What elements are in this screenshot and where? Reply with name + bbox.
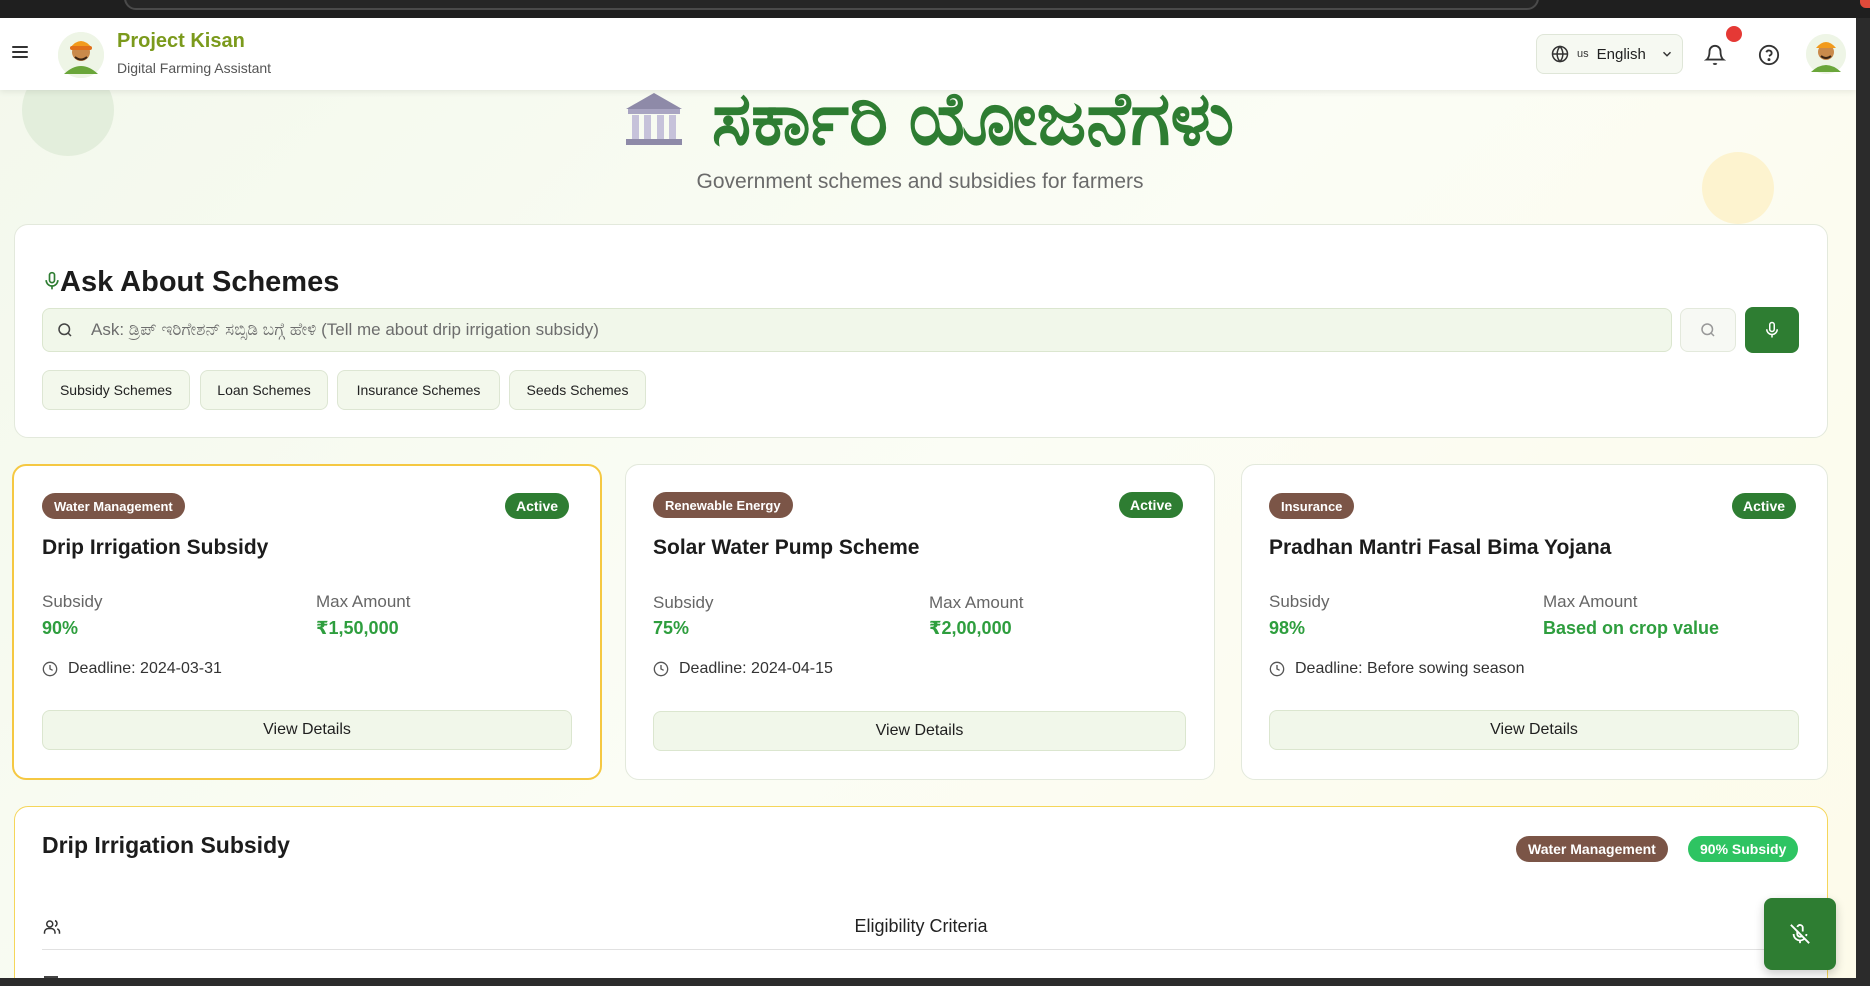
microphone-icon [1766, 321, 1778, 338]
page-title: ಸರ್ಕಾರಿ ಯೋಜನೆಗಳು [0, 82, 1856, 156]
max-amount-label: Max Amount [929, 593, 1024, 612]
scheme-title: Solar Water Pump Scheme [653, 536, 920, 559]
view-details-button[interactable]: View Details [1269, 710, 1799, 750]
max-amount-value: ₹1,50,000 [316, 618, 399, 638]
deadline: Deadline: 2024-04-15 [653, 660, 833, 678]
menu-icon[interactable] [12, 46, 28, 60]
search-input[interactable]: Ask: ಡ್ರಿಪ್ ಇರಿಗೇಶನ್ ಸಬ್ಸಿಡಿ ಬಗ್ಗೆ ಹೇಳಿ … [42, 308, 1672, 352]
category-badge: Water Management [42, 493, 185, 519]
category-badge: Insurance [1269, 493, 1355, 519]
scheme-title: Pradhan Mantri Fasal Bima Yojana [1269, 536, 1612, 559]
farmer-logo-icon [58, 32, 104, 78]
chip-insurance-schemes[interactable]: Insurance Schemes [337, 370, 500, 410]
view-details-button[interactable]: View Details [653, 711, 1186, 751]
clock-icon [653, 661, 669, 677]
chip-subsidy-schemes[interactable]: Subsidy Schemes [42, 370, 190, 410]
subsidy-label: Subsidy [1269, 592, 1330, 611]
subsidy-value: 98% [1269, 618, 1306, 638]
bell-icon[interactable] [1704, 44, 1726, 66]
subsidy-label: Subsidy [42, 592, 103, 611]
language-selector[interactable]: us English [1536, 34, 1683, 74]
microphone-icon [45, 271, 59, 290]
browser-address-bar[interactable] [124, 0, 1539, 10]
user-avatar[interactable] [1806, 34, 1846, 74]
scheme-title: Drip Irrigation Subsidy [42, 536, 269, 559]
deadline: Deadline: Before sowing season [1269, 660, 1524, 678]
deadline: Deadline: 2024-03-31 [42, 660, 222, 678]
search-icon [58, 323, 72, 337]
max-amount-value: Based on crop value [1543, 618, 1720, 638]
voice-off-button[interactable] [1764, 898, 1836, 970]
eligibility-criteria-label: Eligibility Criteria [854, 916, 988, 936]
subsidy-label: Subsidy [653, 593, 714, 612]
detail-category-badge: Water Management [1516, 836, 1668, 862]
max-amount-label: Max Amount [316, 592, 411, 611]
deadline-text: Deadline: 2024-03-31 [68, 660, 222, 677]
brand-subtitle: Digital Farming Assistant [117, 60, 272, 76]
app-viewport: Project Kisan Digital Farming Assistant … [0, 18, 1856, 978]
detail-title: Drip Irrigation Subsidy [42, 832, 290, 858]
clock-icon [1269, 661, 1285, 677]
eligibility-criteria-row[interactable]: Eligibility Criteria [42, 906, 1800, 950]
top-header: Project Kisan Digital Farming Assistant … [0, 18, 1856, 90]
subsidy-value: 90% [42, 618, 79, 638]
chip-seeds-schemes[interactable]: Seeds Schemes [509, 370, 646, 410]
notification-dot [1726, 26, 1742, 42]
horizontal-scrollbar[interactable] [0, 978, 1870, 986]
chip-loan-schemes[interactable]: Loan Schemes [200, 370, 328, 410]
language-label: English [1596, 45, 1646, 63]
search-button[interactable] [1680, 308, 1736, 352]
deadline-text: Deadline: Before sowing season [1295, 660, 1525, 677]
globe-icon [1551, 45, 1569, 63]
bank-icon [625, 93, 682, 145]
detail-subsidy-badge: 90% Subsidy [1688, 836, 1799, 862]
deadline-text: Deadline: 2024-04-15 [679, 660, 833, 677]
ask-section-title: Ask About Schemes [60, 266, 340, 298]
category-badge: Renewable Energy [653, 492, 793, 518]
clock-icon [42, 661, 58, 677]
status-badge: Active [505, 493, 570, 519]
mic-off-icon [1790, 924, 1810, 944]
subsidy-value: 75% [653, 618, 690, 638]
max-amount-label: Max Amount [1543, 592, 1638, 611]
page-title-text: ಸರ್ಕಾರಿ ಯೋಜನೆಗಳು [711, 77, 1235, 160]
vertical-scrollbar[interactable] [1856, 18, 1870, 986]
browser-chrome [0, 0, 1870, 18]
chevron-down-icon [1662, 51, 1671, 57]
brand-title: Project Kisan [117, 30, 245, 52]
help-icon[interactable] [1758, 44, 1780, 66]
voice-input-button[interactable] [1745, 307, 1799, 353]
page-subtitle: Government schemes and subsidies for far… [696, 170, 1144, 193]
max-amount-value: ₹2,00,000 [929, 618, 1012, 638]
status-badge: Active [1732, 493, 1797, 519]
language-flag: us [1577, 48, 1589, 60]
view-details-button[interactable]: View Details [42, 710, 572, 750]
search-icon [1701, 323, 1715, 337]
browser-indicator [1860, 0, 1870, 8]
status-badge: Active [1119, 492, 1184, 518]
